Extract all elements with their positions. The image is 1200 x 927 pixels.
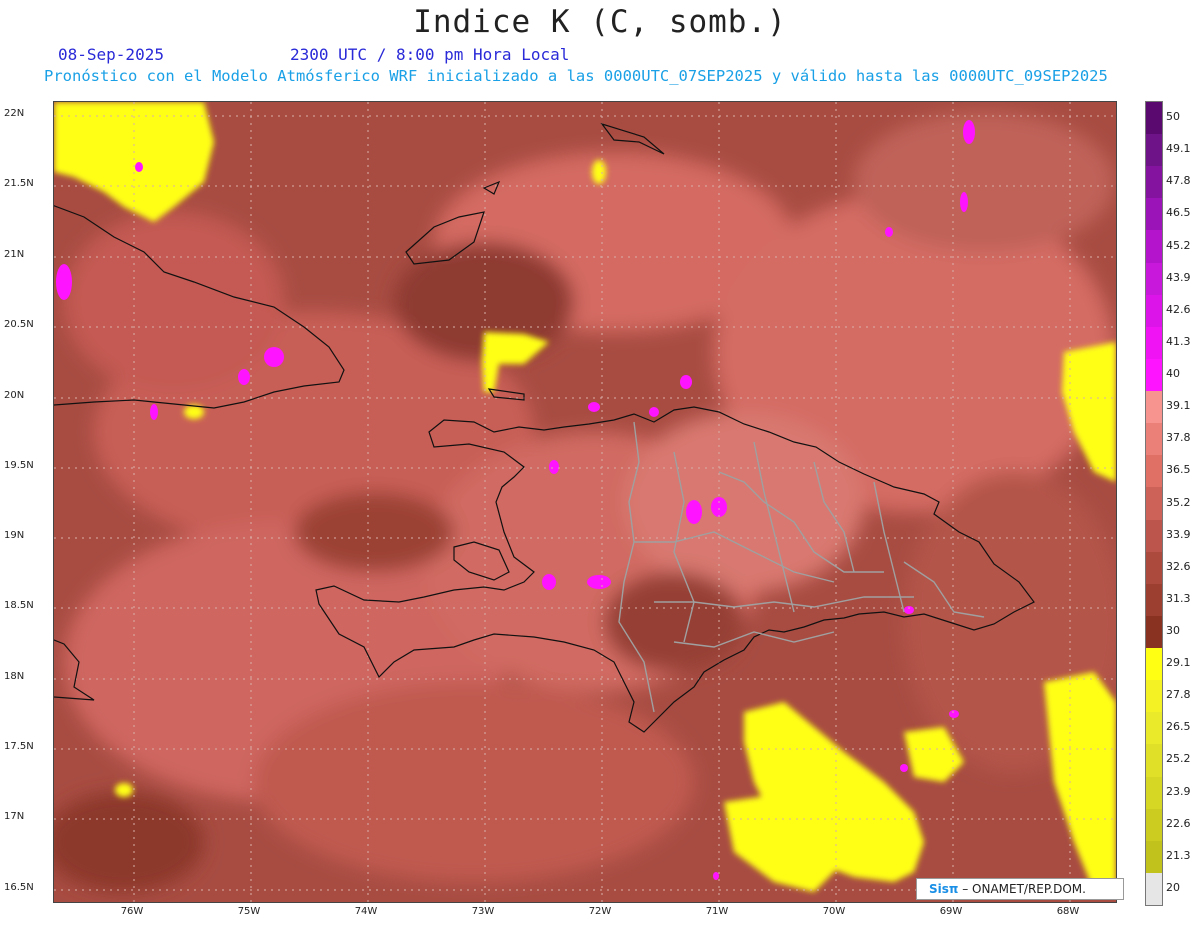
lon-label-69w: 69W bbox=[939, 906, 963, 917]
colorbar-swatch bbox=[1146, 262, 1162, 296]
colorbar-swatch bbox=[1146, 712, 1162, 745]
colorbar-swatch bbox=[1146, 391, 1162, 424]
colorbar-swatch bbox=[1146, 744, 1162, 777]
colorbar-label: 42.6 bbox=[1166, 302, 1191, 316]
colorbar-swatch bbox=[1146, 583, 1162, 617]
lon-label-76w: 76W bbox=[120, 906, 144, 917]
lat-label-20n: 20N bbox=[4, 390, 25, 401]
lat-label-16-5n: 16.5N bbox=[4, 882, 34, 893]
colorbar-label: 37.8 bbox=[1166, 431, 1191, 445]
lon-label-75w: 75W bbox=[237, 906, 261, 917]
colorbar-label: 26.5 bbox=[1166, 720, 1191, 734]
lon-label-72w: 72W bbox=[588, 906, 612, 917]
lat-label-17-5n: 17.5N bbox=[4, 741, 34, 752]
credit-brand: Sisπ bbox=[929, 882, 959, 896]
colorbar-swatch bbox=[1146, 648, 1162, 681]
lat-label-20-5n: 20.5N bbox=[4, 319, 34, 330]
colorbar-label: 22.6 bbox=[1166, 816, 1191, 830]
colorbar-label: 50 bbox=[1166, 110, 1180, 124]
colorbar-swatch bbox=[1146, 134, 1162, 167]
colorbar-label: 47.8 bbox=[1166, 174, 1191, 188]
colorbar bbox=[1145, 101, 1163, 906]
colorbar-swatch bbox=[1146, 776, 1162, 810]
lat-label-19-5n: 19.5N bbox=[4, 460, 34, 471]
colorbar-label: 36.5 bbox=[1166, 463, 1191, 477]
map-title: Indice K (C, somb.) bbox=[413, 4, 787, 40]
credit-box: Sisπ – ONAMET/REP.DOM. bbox=[916, 878, 1124, 900]
colorbar-label: 32.6 bbox=[1166, 559, 1191, 573]
model-description: Pronóstico con el Modelo Atmósferico WRF… bbox=[44, 67, 1108, 85]
colorbar-swatch bbox=[1146, 680, 1162, 713]
lon-label-68w: 68W bbox=[1056, 906, 1080, 917]
k-index-map bbox=[53, 101, 1117, 903]
colorbar-label: 39.1 bbox=[1166, 399, 1191, 413]
lat-label-18n: 18N bbox=[4, 671, 25, 682]
colorbar-label: 29.1 bbox=[1166, 656, 1191, 670]
colorbar-swatch bbox=[1146, 358, 1162, 392]
lon-label-71w: 71W bbox=[705, 906, 729, 917]
colorbar-label: 30 bbox=[1166, 623, 1180, 637]
colorbar-swatch bbox=[1146, 872, 1162, 906]
colorbar-swatch bbox=[1146, 198, 1162, 231]
colorbar-swatch bbox=[1146, 615, 1162, 649]
credit-text: – ONAMET/REP.DOM. bbox=[962, 882, 1086, 896]
colorbar-swatch bbox=[1146, 455, 1162, 488]
lat-label-21n: 21N bbox=[4, 249, 25, 260]
colorbar-label: 21.3 bbox=[1166, 848, 1191, 862]
colorbar-swatch bbox=[1146, 423, 1162, 456]
colorbar-label: 45.2 bbox=[1166, 238, 1191, 252]
colorbar-swatch bbox=[1146, 840, 1162, 874]
lon-label-70w: 70W bbox=[822, 906, 846, 917]
colorbar-swatch bbox=[1146, 551, 1162, 585]
colorbar-label: 25.2 bbox=[1166, 752, 1191, 766]
colorbar-label: 43.9 bbox=[1166, 270, 1191, 284]
colorbar-label: 31.3 bbox=[1166, 591, 1191, 605]
lon-label-73w: 73W bbox=[471, 906, 495, 917]
colorbar-swatch bbox=[1146, 230, 1162, 264]
colorbar-label: 49.1 bbox=[1166, 142, 1191, 156]
lat-label-18-5n: 18.5N bbox=[4, 600, 34, 611]
colorbar-swatch bbox=[1146, 487, 1162, 521]
colorbar-swatch bbox=[1146, 808, 1162, 842]
lat-label-21-5n: 21.5N bbox=[4, 178, 34, 189]
lat-label-19n: 19N bbox=[4, 530, 25, 541]
colorbar-label: 23.9 bbox=[1166, 784, 1191, 798]
colorbar-label: 20 bbox=[1166, 880, 1180, 894]
lat-label-22n: 22N bbox=[4, 108, 25, 119]
colorbar-label: 33.9 bbox=[1166, 527, 1191, 541]
lat-label-17n: 17N bbox=[4, 811, 25, 822]
colorbar-swatch bbox=[1146, 326, 1162, 360]
colorbar-label: 40 bbox=[1166, 367, 1180, 381]
colorbar-swatch bbox=[1146, 519, 1162, 553]
colorbar-swatch bbox=[1146, 166, 1162, 199]
colorbar-swatch bbox=[1146, 102, 1162, 135]
forecast-date: 08-Sep-2025 bbox=[58, 45, 164, 64]
colorbar-swatch bbox=[1146, 294, 1162, 328]
colorbar-label: 41.3 bbox=[1166, 334, 1191, 348]
lon-label-74w: 74W bbox=[354, 906, 378, 917]
colorbar-label: 27.8 bbox=[1166, 688, 1191, 702]
colorbar-label: 46.5 bbox=[1166, 206, 1191, 220]
colorbar-label: 35.2 bbox=[1166, 495, 1191, 509]
forecast-time: 2300 UTC / 8:00 pm Hora Local bbox=[290, 45, 570, 64]
